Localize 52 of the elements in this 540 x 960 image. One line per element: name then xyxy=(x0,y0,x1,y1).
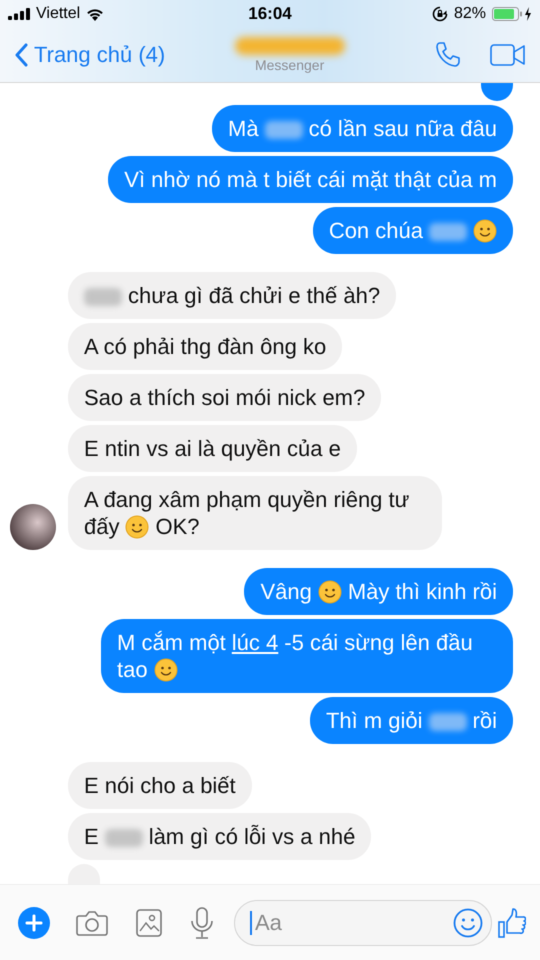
text-cursor xyxy=(250,910,252,934)
blurred-patch xyxy=(429,223,467,241)
message-text: E nói cho a biết xyxy=(84,772,236,799)
carrier-name: Viettel xyxy=(36,5,80,23)
message-text: đấy xyxy=(84,513,120,540)
message-link[interactable]: lúc 4 xyxy=(232,629,278,656)
message-text: OK? xyxy=(155,513,200,540)
video-call-icon[interactable] xyxy=(490,44,526,66)
message-text: Con chúa xyxy=(328,217,423,244)
clock-time: 16:04 xyxy=(248,4,292,24)
plus-icon xyxy=(25,914,43,932)
image-icon[interactable] xyxy=(136,908,162,936)
chat-subtitle: Messenger xyxy=(254,57,324,73)
blurred-patch xyxy=(264,121,303,139)
message-text: -5 cái sừng lên đầu xyxy=(284,629,473,656)
message-text: M cắm một xyxy=(117,629,226,656)
message-text: Thì m giỏi xyxy=(326,707,423,734)
back-button[interactable]: Trang chủ (4) xyxy=(14,42,166,68)
rotation-lock-icon xyxy=(432,6,448,22)
blurred-patch xyxy=(428,713,467,731)
message-text: rồi xyxy=(472,707,497,734)
smiley-icon xyxy=(318,580,342,604)
battery-charging-icon xyxy=(492,7,532,21)
message-text: Mà xyxy=(228,115,259,142)
message-text: Sao a thích soi mói nick em? xyxy=(84,384,366,411)
add-button[interactable] xyxy=(18,906,50,938)
emoji-icon[interactable] xyxy=(453,908,483,938)
smiley-icon xyxy=(154,658,178,682)
blurred-patch xyxy=(84,288,122,306)
wifi-icon xyxy=(86,8,104,20)
thumbs-up-icon[interactable] xyxy=(498,908,526,938)
chevron-icon xyxy=(14,43,28,67)
message-text: E ntin vs ai là quyền của e xyxy=(84,435,341,462)
microphone-icon[interactable] xyxy=(190,906,214,938)
camera-icon[interactable] xyxy=(76,908,108,936)
message-text: tao xyxy=(117,656,148,683)
message-text: chưa gì đã chửi e thế àh? xyxy=(128,282,380,309)
message-text: A đang xâm phạm quyền riêng tư xyxy=(84,486,410,513)
message-text: E xyxy=(84,823,99,850)
message-text: A có phải thg đàn ông ko xyxy=(84,333,326,360)
message-text: Mày thì kinh rồi xyxy=(348,578,497,605)
battery-percent: 82% xyxy=(454,5,486,23)
phone-icon[interactable] xyxy=(434,41,462,69)
message-text: làm gì có lỗi vs a nhé xyxy=(148,823,356,850)
smiley-icon xyxy=(125,515,150,539)
message-text: có lần sau nữa đâu xyxy=(308,115,497,142)
signal-icon xyxy=(8,8,30,20)
message-text: Vâng xyxy=(260,578,312,605)
blurred-patch xyxy=(104,829,143,847)
smiley-icon xyxy=(473,219,497,243)
message-input-field[interactable]: Aa xyxy=(234,900,492,946)
message-text: Vì nhờ nó mà t biết cái mặt thật của m xyxy=(124,166,497,193)
